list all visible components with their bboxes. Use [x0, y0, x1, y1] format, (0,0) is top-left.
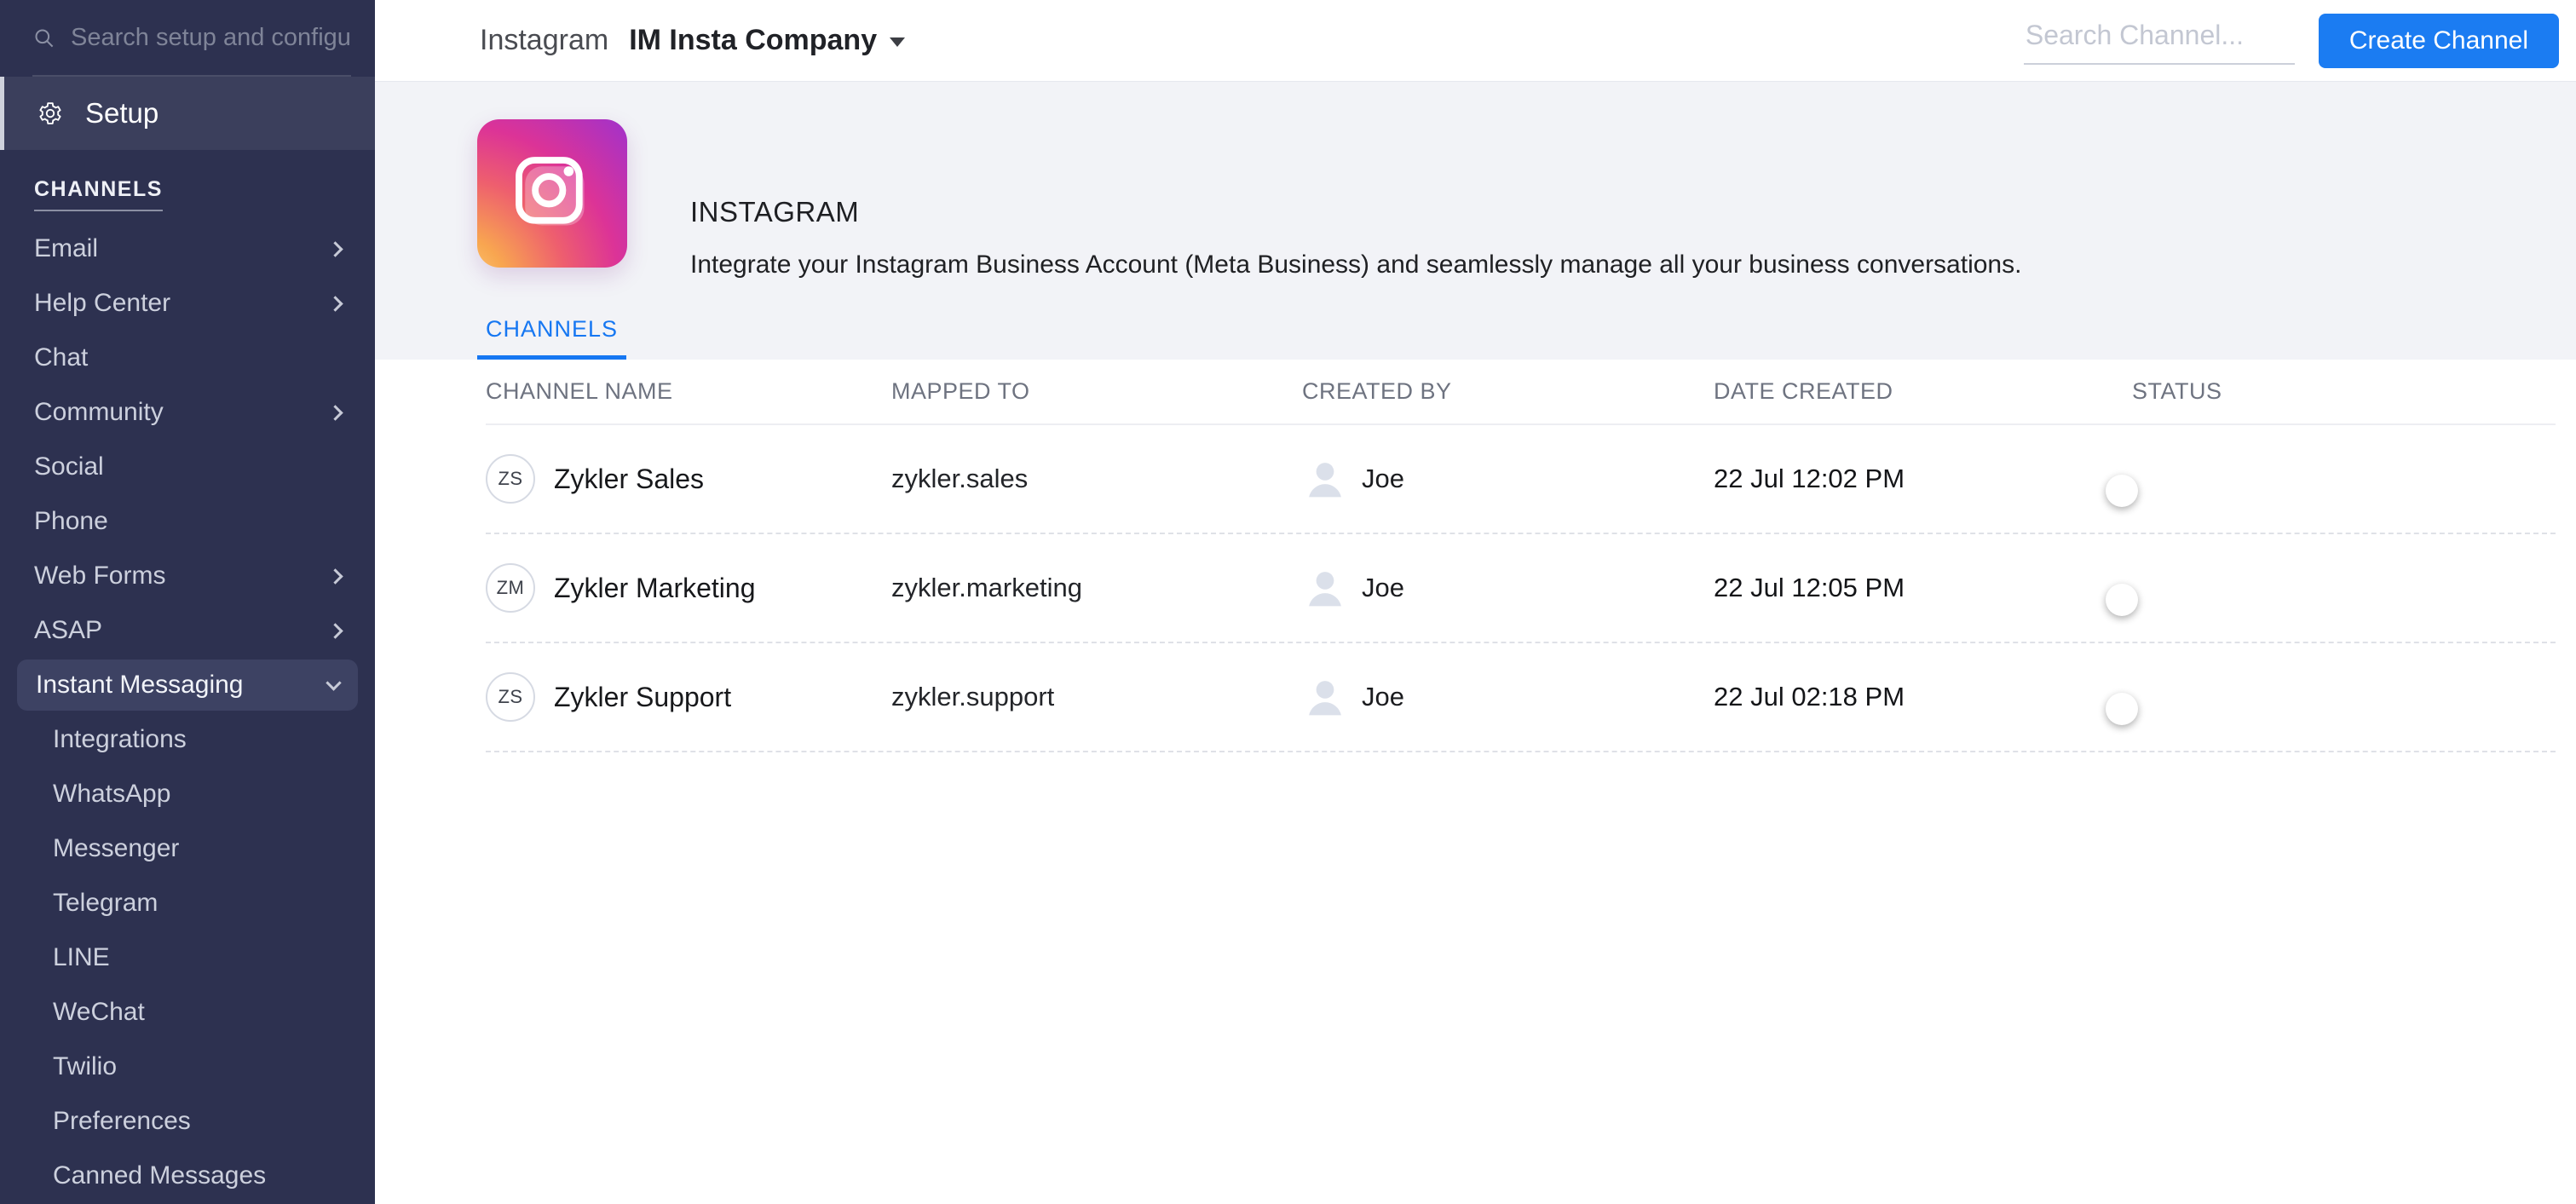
chevron-right-icon: [327, 404, 343, 421]
chevron-right-icon: [327, 295, 343, 312]
page-title: Instagram: [480, 24, 609, 56]
channel-search-input[interactable]: [2023, 16, 2295, 65]
toggle-knob: [2106, 584, 2138, 616]
column-header-status: STATUS: [2132, 378, 2222, 404]
person-icon: [1309, 463, 1341, 498]
table-row[interactable]: ZS Zykler Support zykler.support Joe 22 …: [486, 643, 2556, 752]
column-header-channel-name: CHANNEL NAME: [486, 378, 673, 404]
main-area: Instagram IM Insta Company Create Channe…: [375, 0, 2576, 1204]
sidebar-item-community[interactable]: Community: [0, 385, 375, 440]
instagram-hero: INSTAGRAM Integrate your Instagram Busin…: [375, 82, 2576, 360]
sidebar-search: [32, 0, 351, 77]
camera-icon: [516, 157, 585, 226]
tab-channels[interactable]: CHANNELS: [477, 316, 627, 360]
sidebar-item-social[interactable]: Social: [0, 440, 375, 494]
sidebar-item-help-center[interactable]: Help Center: [0, 276, 375, 331]
channel-name-cell: ZS Zykler Support: [486, 672, 891, 722]
table-header-row: CHANNEL NAME MAPPED TO CREATED BY DATE C…: [486, 360, 2556, 425]
creator-name: Joe: [1362, 682, 1404, 711]
create-channel-button[interactable]: Create Channel: [2318, 13, 2559, 68]
sidebar-item-instant-messaging[interactable]: Instant Messaging: [17, 660, 358, 711]
hero-title: INSTAGRAM: [690, 196, 860, 228]
sidebar-item-wechat[interactable]: WeChat: [0, 985, 375, 1040]
sidebar-item-telegram[interactable]: Telegram: [0, 876, 375, 930]
sidebar-item-web-forms[interactable]: Web Forms: [0, 549, 375, 603]
sidebar-item-email[interactable]: Email: [0, 222, 375, 276]
channel-name: Zykler Marketing: [554, 572, 756, 603]
mapped-to-cell: zykler.sales: [891, 464, 1029, 493]
column-header-created-by: CREATED BY: [1302, 378, 1452, 404]
date-created-cell: 22 Jul 12:02 PM: [1714, 464, 1905, 493]
app-window: Setup CHANNELS Email Help Center Chat Co…: [0, 0, 2576, 1204]
chevron-right-icon: [327, 622, 343, 639]
creator-name: Joe: [1362, 464, 1404, 493]
company-selector[interactable]: IM Insta Company: [629, 24, 906, 57]
created-by-cell: Joe: [1302, 565, 1714, 611]
gear-icon: [39, 102, 61, 124]
channels-table: CHANNEL NAME MAPPED TO CREATED BY DATE C…: [375, 360, 2576, 1204]
sidebar-item-chat[interactable]: Chat: [0, 331, 375, 385]
channel-avatar: ZS: [486, 454, 535, 504]
sidebar-item-twilio[interactable]: Twilio: [0, 1040, 375, 1094]
sidebar-item-preferences[interactable]: Preferences: [0, 1094, 375, 1149]
sidebar-section-channels: CHANNELS: [34, 177, 375, 211]
channel-name: Zykler Sales: [554, 463, 705, 494]
sidebar-item-phone[interactable]: Phone: [0, 494, 375, 549]
column-header-date-created: DATE CREATED: [1714, 378, 1893, 404]
channel-avatar: ZM: [486, 563, 535, 613]
instagram-app-icon: [477, 119, 627, 268]
setup-sidebar: Setup CHANNELS Email Help Center Chat Co…: [0, 0, 375, 1204]
hero-text: INSTAGRAM Integrate your Instagram Busin…: [690, 196, 2021, 279]
column-header-mapped-to: MAPPED TO: [891, 378, 1030, 404]
setup-search-input[interactable]: [71, 23, 351, 52]
sidebar-item-asap[interactable]: ASAP: [0, 603, 375, 658]
tab-strip: CHANNELS: [477, 316, 627, 360]
dropdown-caret-icon: [890, 37, 906, 47]
sidebar-item-whatsapp[interactable]: WhatsApp: [0, 767, 375, 821]
mapped-to-cell: zykler.marketing: [891, 573, 1082, 602]
topbar-actions: Create Channel: [2023, 13, 2559, 68]
channel-name-cell: ZM Zykler Marketing: [486, 563, 891, 613]
sidebar-item-messenger[interactable]: Messenger: [0, 821, 375, 876]
topbar: Instagram IM Insta Company Create Channe…: [375, 0, 2576, 82]
toggle-knob: [2106, 475, 2138, 507]
chevron-down-icon: [326, 674, 342, 691]
sidebar-item-integrations[interactable]: Integrations: [0, 712, 375, 767]
setup-label: Setup: [85, 97, 159, 129]
table-row[interactable]: ZM Zykler Marketing zykler.marketing Joe…: [486, 534, 2556, 643]
chevron-right-icon: [327, 567, 343, 585]
created-by-cell: Joe: [1302, 674, 1714, 720]
person-icon: [1309, 681, 1341, 716]
channel-name: Zykler Support: [554, 681, 732, 712]
chevron-right-icon: [327, 240, 343, 257]
toggle-knob: [2106, 693, 2138, 725]
creator-name: Joe: [1362, 573, 1404, 602]
mapped-to-cell: zykler.support: [891, 682, 1055, 711]
date-created-cell: 22 Jul 02:18 PM: [1714, 682, 1905, 711]
hero-description: Integrate your Instagram Business Accoun…: [690, 251, 2022, 279]
channel-name-cell: ZS Zykler Sales: [486, 454, 891, 504]
sidebar-item-setup[interactable]: Setup: [0, 77, 375, 150]
channel-avatar: ZS: [486, 672, 535, 722]
sidebar-item-canned-messages[interactable]: Canned Messages: [0, 1149, 375, 1203]
sidebar-item-line[interactable]: LINE: [0, 930, 375, 985]
date-created-cell: 22 Jul 12:05 PM: [1714, 573, 1905, 602]
sidebar-nav: Email Help Center Chat Community Social …: [0, 222, 375, 1203]
created-by-cell: Joe: [1302, 456, 1714, 502]
person-icon: [1309, 572, 1341, 607]
table-row[interactable]: ZS Zykler Sales zykler.sales Joe 22 Jul …: [486, 425, 2556, 534]
search-icon: [35, 28, 54, 47]
